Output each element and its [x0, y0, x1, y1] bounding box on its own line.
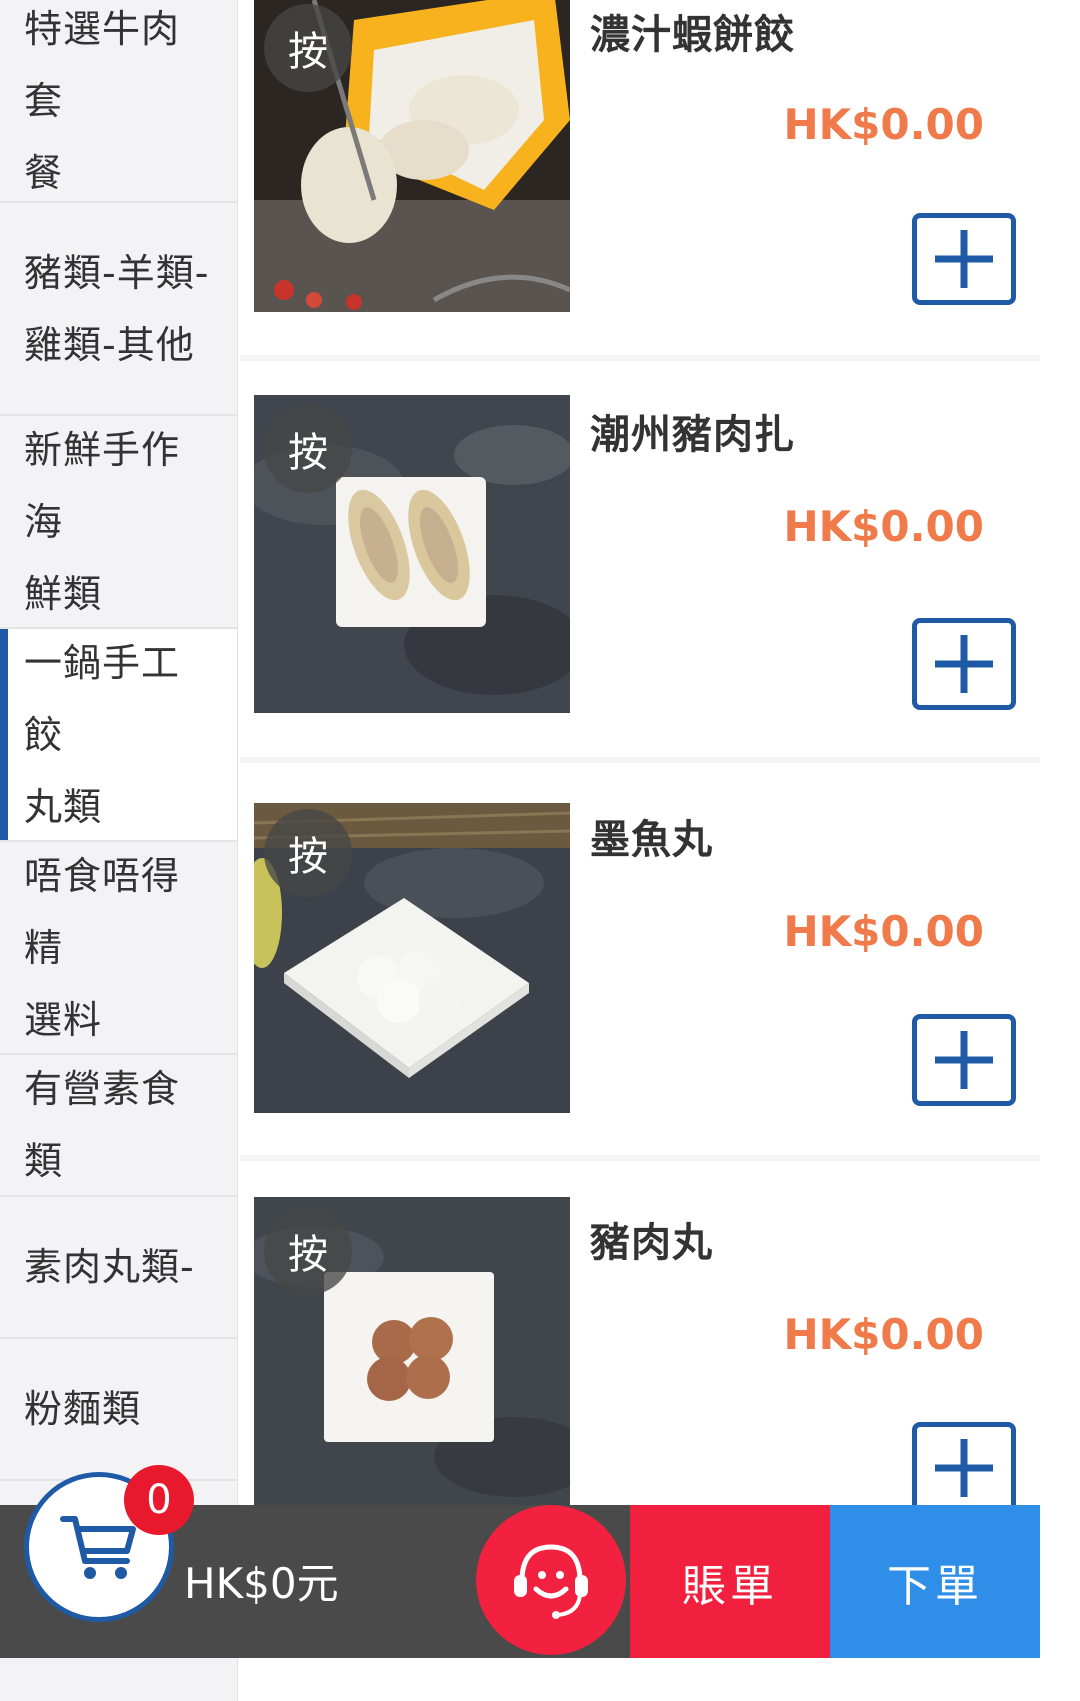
sidebar-item-dumplings-balls[interactable]: 一鍋手工餃 丸類 — [0, 629, 237, 842]
sidebar-item-label: 特選牛肉套 — [24, 6, 181, 123]
sidebar-item-label: 鮮類 — [24, 571, 103, 616]
sidebar-item-label: 丸類 — [24, 784, 103, 829]
headset-smile-icon — [514, 1544, 588, 1619]
sidebar-item-label: 唔食唔得精 — [24, 853, 181, 970]
product-list: 按 濃汁蝦餅餃 HK$0.00 按 潮州豬肉扎 HK$0.00 按 墨魚丸 HK… — [240, 0, 1040, 1701]
press-badge: 按 — [264, 405, 352, 493]
add-to-cart-button[interactable] — [912, 1422, 1016, 1514]
sidebar-item-label: 新鮮手作海 — [24, 427, 181, 544]
product-price: HK$0.00 — [783, 1310, 984, 1359]
sidebar-item-label: 粉麵類 — [24, 1387, 142, 1431]
category-sidebar: 特選牛肉套餐 豬類-羊類- 雞類-其他 新鮮手作海鮮類 一鍋手工餃丸類 唔食唔得精… — [0, 0, 238, 1701]
sidebar-item-label: 豬類-羊類- — [24, 250, 210, 295]
press-badge: 按 — [264, 809, 352, 897]
sidebar-item-label: 餐 — [24, 150, 64, 195]
sidebar-item-beef-set[interactable]: 特選牛肉套餐 — [0, 0, 237, 203]
product-name: 潮州豬肉扎 — [590, 412, 795, 458]
product-card: 按 潮州豬肉扎 HK$0.00 — [240, 355, 1040, 763]
add-to-cart-button[interactable] — [912, 618, 1016, 710]
product-name: 墨魚丸 — [590, 817, 713, 863]
sidebar-item-noodles[interactable]: 粉麵類 — [0, 1339, 237, 1481]
sidebar-item-label: 素肉丸類- — [24, 1245, 195, 1289]
sidebar-item-veg-meatballs[interactable]: 素肉丸類- — [0, 1197, 237, 1339]
product-name: 豬肉丸 — [590, 1220, 713, 1266]
add-to-cart-button[interactable] — [912, 1014, 1016, 1106]
product-card: 按 濃汁蝦餅餃 HK$0.00 — [240, 0, 1040, 361]
product-card: 按 豬肉丸 HK$0.00 — [240, 1155, 1040, 1514]
cart-count-badge: 0 — [124, 1465, 194, 1535]
press-badge: 按 — [264, 1207, 352, 1295]
product-name: 濃汁蝦餅餃 — [590, 12, 795, 58]
add-to-cart-button[interactable] — [912, 213, 1016, 305]
sidebar-item-selected-items[interactable]: 唔食唔得精 選料 — [0, 842, 237, 1055]
sidebar-item-label: 有營素食類 — [24, 1067, 181, 1183]
cart-total: HK$0元 — [184, 1559, 339, 1608]
product-price: HK$0.00 — [783, 502, 984, 551]
sidebar-item-label: 雞類-其他 — [24, 322, 195, 367]
sidebar-item-label: 選料 — [24, 997, 103, 1042]
product-price: HK$0.00 — [783, 907, 984, 956]
press-badge: 按 — [264, 4, 352, 92]
customer-service-button[interactable] — [476, 1505, 626, 1655]
product-image[interactable]: 按 — [254, 803, 570, 1113]
sidebar-item-label: 一鍋手工餃 — [24, 640, 181, 757]
bill-button[interactable]: 賬單 — [630, 1505, 830, 1658]
sidebar-item-seafood[interactable]: 新鮮手作海 鮮類 — [0, 416, 237, 629]
product-price: HK$0.00 — [783, 100, 984, 149]
product-card: 按 墨魚丸 HK$0.00 — [240, 757, 1040, 1161]
sidebar-item-pork-lamb-chicken[interactable]: 豬類-羊類- 雞類-其他 — [0, 203, 237, 416]
sidebar-item-vegetarian[interactable]: 有營素食類 — [0, 1055, 237, 1197]
place-order-button[interactable]: 下單 — [830, 1505, 1040, 1658]
product-image[interactable]: 按 — [254, 395, 570, 713]
product-image[interactable]: 按 — [254, 1197, 570, 1505]
product-image[interactable]: 按 — [254, 0, 570, 312]
